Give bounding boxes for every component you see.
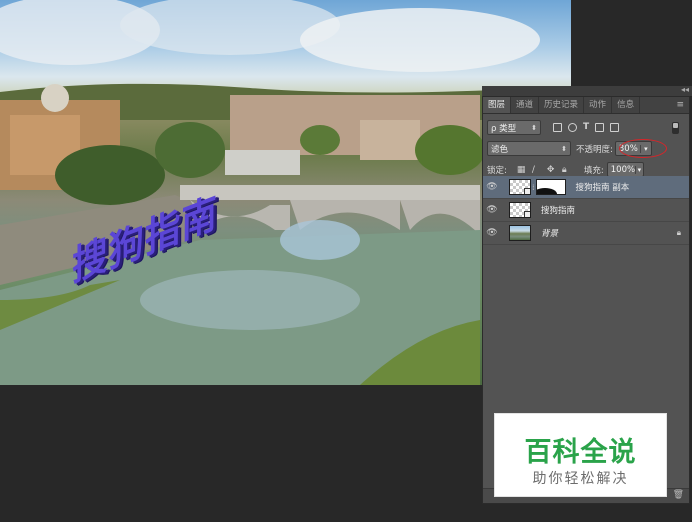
tab-actions[interactable]: 动作 [584,97,613,113]
lock-icons: ▦ ∕ ✥ 🔒︎ [517,165,570,174]
collapse-arrows-icon[interactable]: ◂◂ [681,85,689,95]
layer-thumbnail [509,179,531,195]
logo-subtitle: 助你轻松解决 [532,471,629,487]
eye-icon[interactable]: 👁︎ [483,205,501,215]
eye-icon[interactable]: 👁︎ [483,228,501,238]
layer-thumbnail [509,202,531,218]
eye-icon[interactable]: 👁︎ [483,182,501,192]
shape-filter-icon[interactable] [595,123,605,132]
baike-logo: 百科全说 助你轻松解决 [494,413,667,497]
logo-title: 百科全说 [524,437,637,468]
layer-row[interactable]: 👁︎ ⁞ 搜狗指南 副本 [483,176,689,199]
blend-mode-dropdown[interactable]: 滤色 ⬍ [487,141,571,156]
lock-transparent-icon[interactable]: ▦ [517,165,526,174]
panel-tabs: 图层 通道 历史记录 动作 信息 ≡ [483,97,689,114]
lock-move-icon[interactable]: ✥ [547,165,555,174]
layer-row[interactable]: 👁︎ 背景 🔒︎ [483,222,689,245]
layer-thumbnail [509,225,531,241]
layer-name: 背景 [541,229,559,239]
chevron-down-icon[interactable]: ▾ [635,165,643,174]
fill-label: 填充: [583,165,604,176]
tab-layers[interactable]: 图层 [483,97,512,113]
adjustment-filter-icon[interactable] [568,123,577,132]
filter-row: ρ 类型 ⬍ T [483,117,689,138]
smart-object-icon [524,188,530,194]
layer-name: 搜狗指南 副本 [575,183,630,193]
filter-toggle[interactable] [672,121,679,134]
filter-icons: T [553,123,620,132]
tab-channels[interactable]: 通道 [511,97,540,113]
type-filter-icon[interactable]: T [583,123,589,132]
layer-filter-dropdown[interactable]: ρ 类型 ⬍ [487,120,541,135]
opacity-label: 不透明度: [576,144,613,155]
blend-opacity-row: 滤色 ⬍ 不透明度: 30% ▾ [483,138,689,159]
chain-link-icon[interactable]: ⁞ [532,183,535,192]
tab-info[interactable]: 信息 [612,97,641,113]
fill-value: 100% [610,164,636,175]
layers-list: 👁︎ ⁞ 搜狗指南 副本 👁︎ 搜狗指南 👁︎ 背景 🔒︎ [483,176,689,245]
smart-object-icon [524,211,530,217]
pixel-filter-icon[interactable] [553,123,562,132]
blend-mode-value: 滤色 [491,144,509,155]
chevron-down-icon: ⬍ [531,123,537,132]
smart-object-filter-icon[interactable] [610,123,620,132]
lock-brush-icon[interactable]: ∕ [532,165,540,174]
fill-field[interactable]: 100% ▾ [606,162,644,177]
trash-icon[interactable]: 🗑︎ [673,490,684,500]
lock-icon: 🔒︎ [676,228,681,237]
layer-name: 搜狗指南 [541,206,576,216]
chevron-down-icon: ⬍ [561,144,567,153]
layer-filter-value: ρ 类型 [491,123,517,134]
tab-history[interactable]: 历史记录 [539,97,585,113]
layer-row[interactable]: 👁︎ 搜狗指南 [483,199,689,222]
layer-mask-thumbnail[interactable] [535,179,566,195]
opacity-highlight-ring [619,139,667,158]
lock-icon[interactable]: 🔒︎ [562,165,570,174]
panel-menu-icon[interactable]: ≡ [671,97,689,113]
lock-label: 锁定: [487,165,507,176]
